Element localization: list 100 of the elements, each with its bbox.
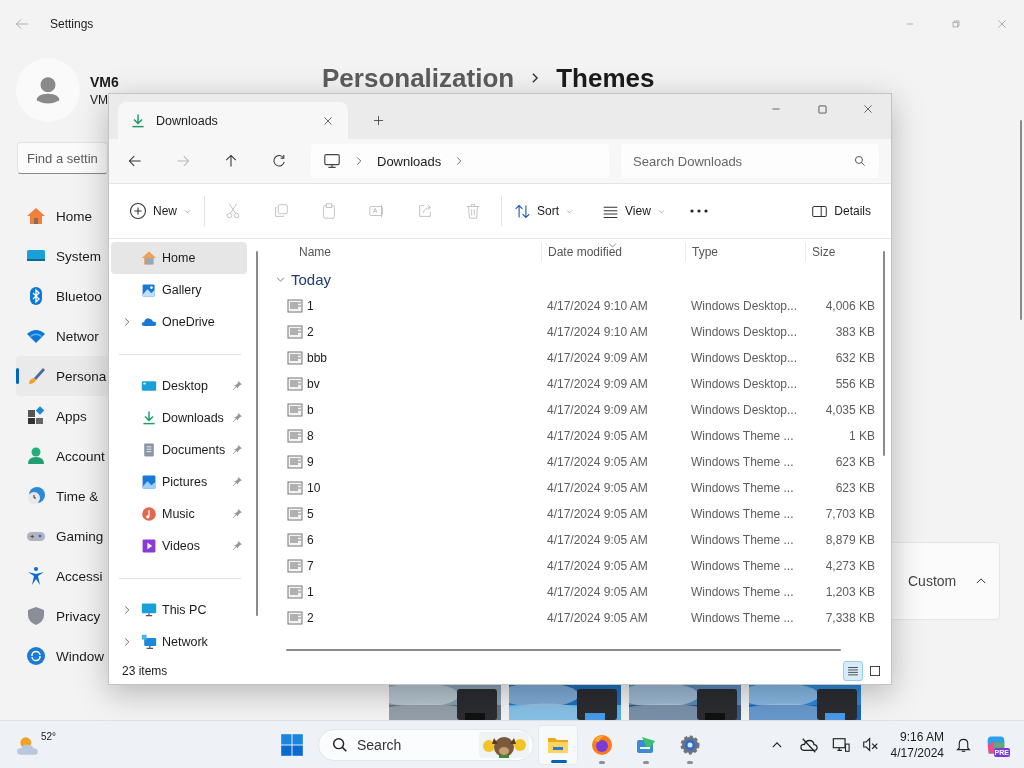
nav-item[interactable]: Pictures <box>111 466 247 498</box>
column-header[interactable]: Size <box>805 242 879 262</box>
file-name[interactable]: 2 <box>307 611 314 625</box>
breadcrumb-item[interactable]: Downloads <box>377 151 442 171</box>
details-button[interactable]: Details <box>803 194 879 228</box>
nav-item[interactable]: Music <box>111 498 247 530</box>
nav-item[interactable]: System <box>16 236 108 276</box>
file-type: Windows Desktop... <box>690 325 799 339</box>
volume-muted-icon <box>862 736 880 753</box>
nav-item[interactable]: Networ <box>16 316 108 356</box>
scrollbar[interactable] <box>256 251 258 616</box>
square-icon <box>868 664 882 678</box>
nav-item[interactable]: Privacy <box>16 596 108 636</box>
column-header[interactable]: Name <box>263 242 541 262</box>
breadcrumb-link[interactable]: Personalization <box>322 62 515 94</box>
modified-date: 4/17/2024 9:09 AM <box>546 403 649 417</box>
file-name[interactable]: 9 <box>307 455 314 469</box>
file-name[interactable]: 5 <box>307 507 314 521</box>
file-name[interactable]: 10 <box>307 481 321 495</box>
scrollbar[interactable] <box>1020 120 1022 320</box>
file-size: 623 KB <box>834 455 876 469</box>
file-name[interactable]: bbb <box>307 351 328 365</box>
file-size: 556 KB <box>834 377 876 391</box>
file-type: Windows Theme ... <box>690 559 795 573</box>
nav-item[interactable]: Documents <box>111 434 247 466</box>
download-icon <box>130 112 146 129</box>
nav-item[interactable]: Desktop <box>111 370 247 402</box>
group-header[interactable]: Today <box>263 265 891 293</box>
weather-widget[interactable]: 52° <box>16 724 60 765</box>
arrow-left-icon <box>14 16 30 32</box>
details-view-button[interactable] <box>843 661 863 681</box>
nav-item[interactable]: Persona <box>16 356 108 396</box>
clock[interactable]: 9:16 AM 4/17/2024 <box>886 724 948 765</box>
sort-icon <box>514 202 531 220</box>
scrollbar[interactable] <box>286 649 841 651</box>
file-name[interactable]: 7 <box>307 559 314 573</box>
item-count: 23 items <box>122 664 168 678</box>
restore-icon <box>950 18 962 30</box>
nav-item[interactable]: Network <box>111 626 247 658</box>
new-button[interactable]: New <box>121 194 200 228</box>
file-icon <box>287 610 303 626</box>
file-size: 7,338 KB <box>824 611 876 625</box>
sort-button[interactable]: Sort <box>506 194 583 228</box>
monitor-icon <box>141 602 157 618</box>
file-size: 1 KB <box>848 429 876 443</box>
desktop-icon <box>141 378 157 394</box>
file-name[interactable]: 2 <box>307 325 314 339</box>
nav-item[interactable]: Videos <box>111 530 247 562</box>
modified-date: 4/17/2024 9:05 AM <box>546 507 649 521</box>
view-button[interactable]: View <box>594 194 674 228</box>
nav-item[interactable]: Window <box>16 636 108 676</box>
search-box[interactable]: Search <box>318 728 534 761</box>
nav-item[interactable]: OneDrive <box>111 306 247 338</box>
file-type: Windows Theme ... <box>690 429 795 443</box>
nav-item[interactable]: Home <box>16 196 108 236</box>
more-icon <box>689 209 708 213</box>
scrollbar[interactable] <box>883 251 885 456</box>
nav-item[interactable]: Accessi <box>16 556 108 596</box>
nav-item[interactable]: Gallery <box>111 274 247 306</box>
file-type: Windows Theme ... <box>690 585 795 599</box>
taskbar-app-button[interactable] <box>538 724 578 765</box>
file-icon <box>287 454 303 470</box>
nav-item[interactable]: Gaming <box>16 516 108 556</box>
file-icon <box>287 402 303 418</box>
file-name[interactable]: 1 <box>307 299 314 313</box>
file-size: 4,035 KB <box>824 403 876 417</box>
nav-item[interactable]: Time & <box>16 476 108 516</box>
maximize-icon <box>816 103 828 115</box>
file-name[interactable]: 6 <box>307 533 314 547</box>
file-name[interactable]: bv <box>307 377 320 391</box>
page-title: Themes <box>556 62 655 94</box>
theme-value: Custom <box>908 573 957 589</box>
file-name[interactable]: 8 <box>307 429 314 443</box>
nav-item[interactable]: Downloads <box>111 402 247 434</box>
nav-item[interactable]: Bluetoo <box>16 276 108 316</box>
pin-icon <box>232 540 243 551</box>
nav-item[interactable]: This PC <box>111 594 247 626</box>
address-bar[interactable]: Downloads <box>311 144 609 178</box>
file-size: 8,879 KB <box>824 533 876 547</box>
pictures-icon <box>141 474 157 490</box>
pin-icon <box>232 476 243 487</box>
search-field[interactable]: Find a settin <box>17 142 108 174</box>
file-name[interactable]: 1 <box>307 585 314 599</box>
file-name[interactable]: b <box>307 403 314 417</box>
plus-icon <box>371 114 385 127</box>
nav-item[interactable]: Account <box>16 436 108 476</box>
nav-item[interactable]: Apps <box>16 396 108 436</box>
nav-item[interactable]: Home <box>111 242 247 274</box>
shield-icon <box>26 606 46 626</box>
file-size: 632 KB <box>834 351 876 365</box>
column-header[interactable]: Type <box>685 242 805 262</box>
search-field[interactable]: Search Downloads <box>621 144 879 178</box>
column-header[interactable]: Date modified <box>541 242 685 262</box>
pin-icon <box>232 380 243 391</box>
tab[interactable]: Downloads <box>118 102 348 139</box>
music-icon <box>141 506 157 522</box>
modified-date: 4/17/2024 9:05 AM <box>546 559 649 573</box>
file-icon <box>287 324 303 340</box>
modified-date: 4/17/2024 9:10 AM <box>546 325 649 339</box>
file-type: Windows Theme ... <box>690 533 795 547</box>
